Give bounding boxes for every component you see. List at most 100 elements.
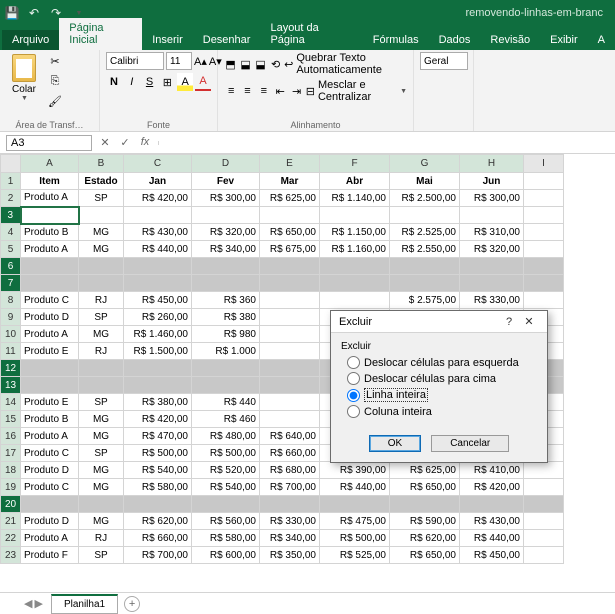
cell[interactable]: R$ 260,00 xyxy=(124,309,192,326)
cell[interactable] xyxy=(192,275,260,292)
cell[interactable]: R$ 320,00 xyxy=(192,224,260,241)
row-header-14[interactable]: 14 xyxy=(1,394,21,411)
cancel-formula-icon[interactable]: ✕ xyxy=(96,136,114,149)
row-header-18[interactable]: 18 xyxy=(1,462,21,479)
cell[interactable] xyxy=(320,275,390,292)
cell[interactable]: R$ 1.500,00 xyxy=(124,343,192,360)
cell-header[interactable]: Mai xyxy=(390,173,460,190)
cell[interactable] xyxy=(524,292,564,309)
cell[interactable] xyxy=(124,496,192,513)
cell[interactable] xyxy=(390,207,460,224)
row-header-11[interactable]: 11 xyxy=(1,343,21,360)
cell[interactable]: Produto E xyxy=(21,394,79,411)
cell[interactable]: MG xyxy=(79,224,124,241)
cell[interactable]: R$ 470,00 xyxy=(124,428,192,445)
cell[interactable]: R$ 540,00 xyxy=(124,462,192,479)
cell[interactable]: R$ 340,00 xyxy=(192,241,260,258)
radio-entire-column[interactable]: Coluna inteira xyxy=(347,405,537,418)
cell[interactable] xyxy=(192,360,260,377)
cell[interactable] xyxy=(320,207,390,224)
cell[interactable]: Produto B xyxy=(21,224,79,241)
align-center-icon[interactable]: ≡ xyxy=(240,82,254,100)
underline-button[interactable]: S xyxy=(142,73,158,91)
cell[interactable]: R$ 1.000 xyxy=(192,343,260,360)
cell[interactable]: MG xyxy=(79,241,124,258)
cell[interactable] xyxy=(524,513,564,530)
cell[interactable]: R$ 2.550,00 xyxy=(390,241,460,258)
cell[interactable] xyxy=(460,207,524,224)
tab-review[interactable]: Revisão xyxy=(480,30,540,50)
cell[interactable] xyxy=(260,326,320,343)
cell[interactable]: SP xyxy=(79,547,124,564)
cell[interactable] xyxy=(460,275,524,292)
cell[interactable] xyxy=(320,496,390,513)
cell[interactable]: R$ 600,00 xyxy=(192,547,260,564)
cell[interactable]: MG xyxy=(79,513,124,530)
cell[interactable] xyxy=(524,258,564,275)
cell[interactable]: R$ 500,00 xyxy=(124,445,192,462)
cell[interactable]: RJ xyxy=(79,292,124,309)
undo-icon[interactable]: ↶ xyxy=(26,5,42,21)
cell[interactable] xyxy=(260,292,320,309)
cell[interactable]: R$ 1.150,00 xyxy=(320,224,390,241)
cell[interactable]: MG xyxy=(79,462,124,479)
save-icon[interactable]: 💾 xyxy=(4,5,20,21)
cell[interactable]: R$ 680,00 xyxy=(260,462,320,479)
cell[interactable]: R$ 625,00 xyxy=(390,462,460,479)
border-button[interactable]: ⊞ xyxy=(159,73,175,91)
cell-header[interactable]: Abr xyxy=(320,173,390,190)
cell[interactable]: R$ 380,00 xyxy=(124,394,192,411)
cell[interactable]: R$ 380 xyxy=(192,309,260,326)
tab-nav-prev-icon[interactable]: ◀ xyxy=(24,597,32,610)
copy-icon[interactable]: ⎘ xyxy=(46,72,64,90)
wrap-text-button[interactable]: ↩Quebrar Texto Automaticamente xyxy=(284,52,407,76)
cell[interactable] xyxy=(524,224,564,241)
cell[interactable]: R$ 440,00 xyxy=(320,479,390,496)
cell[interactable]: R$ 300,00 xyxy=(460,190,524,207)
cell[interactable]: SP xyxy=(79,309,124,326)
cell[interactable]: R$ 450,00 xyxy=(124,292,192,309)
col-header-A[interactable]: A xyxy=(21,155,79,173)
row-header-5[interactable]: 5 xyxy=(1,241,21,258)
row-header-23[interactable]: 23 xyxy=(1,547,21,564)
italic-button[interactable]: I xyxy=(124,73,140,91)
row-header-22[interactable]: 22 xyxy=(1,530,21,547)
cell[interactable] xyxy=(524,530,564,547)
add-sheet-icon[interactable]: + xyxy=(124,596,140,612)
cell[interactable]: Produto A xyxy=(21,326,79,343)
cell[interactable] xyxy=(21,275,79,292)
cell[interactable] xyxy=(124,377,192,394)
cell[interactable]: SP xyxy=(79,190,124,207)
cell[interactable]: R$ 460 xyxy=(192,411,260,428)
align-middle-icon[interactable]: ⬓ xyxy=(239,55,252,73)
font-color-button[interactable]: A xyxy=(195,73,211,91)
cell[interactable]: Produto D xyxy=(21,309,79,326)
formula-bar[interactable] xyxy=(158,141,615,145)
row-header-9[interactable]: 9 xyxy=(1,309,21,326)
cell[interactable]: R$ 620,00 xyxy=(390,530,460,547)
cell[interactable]: Produto D xyxy=(21,513,79,530)
row-header-20[interactable]: 20 xyxy=(1,496,21,513)
tab-formulas[interactable]: Fórmulas xyxy=(363,30,429,50)
cell[interactable] xyxy=(524,190,564,207)
cell[interactable] xyxy=(124,275,192,292)
cell[interactable] xyxy=(260,309,320,326)
cell[interactable] xyxy=(390,496,460,513)
dialog-close-icon[interactable]: ✕ xyxy=(519,315,539,328)
col-header-B[interactable]: B xyxy=(79,155,124,173)
cell[interactable]: R$ 420,00 xyxy=(124,411,192,428)
tab-draw[interactable]: Desenhar xyxy=(193,30,261,50)
cell[interactable] xyxy=(79,360,124,377)
row-header-6[interactable]: 6 xyxy=(1,258,21,275)
cell[interactable] xyxy=(79,377,124,394)
tab-file[interactable]: Arquivo xyxy=(2,30,59,50)
row-header-10[interactable]: 10 xyxy=(1,326,21,343)
col-header-F[interactable]: F xyxy=(320,155,390,173)
row-header-7[interactable]: 7 xyxy=(1,275,21,292)
cell[interactable] xyxy=(124,207,192,224)
cell[interactable] xyxy=(260,207,320,224)
cell-header[interactable]: Item xyxy=(21,173,79,190)
cell[interactable]: R$ 650,00 xyxy=(390,479,460,496)
col-header-E[interactable]: E xyxy=(260,155,320,173)
cell[interactable] xyxy=(390,258,460,275)
